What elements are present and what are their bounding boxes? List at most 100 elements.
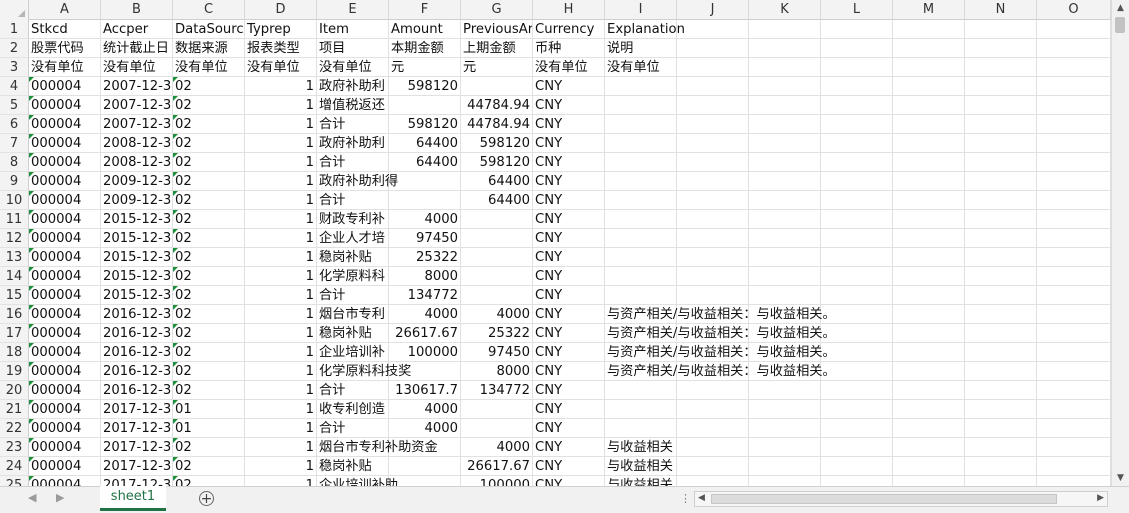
currency-cell[interactable]: CNY [533, 286, 605, 305]
typrep-cell[interactable]: 1 [245, 96, 317, 115]
empty-cell[interactable] [821, 39, 893, 58]
explanation-cell[interactable] [605, 115, 677, 134]
empty-cell[interactable] [749, 457, 821, 476]
empty-cell[interactable] [749, 77, 821, 96]
accper-cell[interactable]: 2015-12-3 [101, 229, 173, 248]
typrep-cell[interactable]: 1 [245, 400, 317, 419]
empty-cell[interactable] [965, 267, 1037, 286]
accper-cell[interactable]: 2017-12-3 [101, 457, 173, 476]
empty-cell[interactable] [749, 400, 821, 419]
header-cell[interactable]: Amount [389, 20, 461, 39]
stkcd-cell[interactable]: 000004 [29, 476, 101, 486]
empty-cell[interactable] [749, 210, 821, 229]
empty-cell[interactable] [1037, 191, 1111, 210]
amount-cell[interactable]: 64400 [389, 153, 461, 172]
currency-cell[interactable]: CNY [533, 324, 605, 343]
column-header-a[interactable]: A [29, 0, 101, 19]
typrep-cell[interactable]: 1 [245, 324, 317, 343]
previous-amount-cell[interactable] [461, 229, 533, 248]
empty-cell[interactable] [821, 457, 893, 476]
empty-cell[interactable] [677, 153, 749, 172]
item-cell[interactable]: 合计 [317, 191, 389, 210]
row-header[interactable]: 17 [0, 324, 29, 343]
empty-cell[interactable] [1037, 172, 1111, 191]
empty-cell[interactable] [749, 419, 821, 438]
item-cell[interactable]: 财政专利补 [317, 210, 389, 229]
explanation-cell[interactable] [605, 210, 677, 229]
explanation-cell[interactable] [605, 153, 677, 172]
datasource-cell[interactable]: 02 [173, 210, 245, 229]
header-cell[interactable]: PreviousAr [461, 20, 533, 39]
row-header[interactable]: 23 [0, 438, 29, 457]
empty-cell[interactable] [821, 229, 893, 248]
empty-cell[interactable] [965, 400, 1037, 419]
typrep-cell[interactable]: 1 [245, 381, 317, 400]
currency-cell[interactable]: CNY [533, 457, 605, 476]
previous-amount-cell[interactable] [461, 419, 533, 438]
amount-cell[interactable]: 100000 [389, 343, 461, 362]
amount-cell[interactable]: 4000 [389, 210, 461, 229]
prev-sheet-icon[interactable]: ◀ [28, 491, 36, 504]
accper-cell[interactable]: 2015-12-3 [101, 286, 173, 305]
row-header[interactable]: 25 [0, 476, 29, 486]
empty-cell[interactable] [965, 191, 1037, 210]
explanation-cell[interactable] [605, 381, 677, 400]
explanation-cell[interactable] [605, 286, 677, 305]
empty-cell[interactable] [821, 286, 893, 305]
empty-cell[interactable] [821, 153, 893, 172]
explanation-cell[interactable] [605, 172, 677, 191]
typrep-cell[interactable]: 1 [245, 286, 317, 305]
empty-cell[interactable] [677, 172, 749, 191]
empty-cell[interactable] [821, 381, 893, 400]
header-cell[interactable]: 股票代码 [29, 39, 101, 58]
accper-cell[interactable]: 2008-12-3 [101, 134, 173, 153]
accper-cell[interactable]: 2017-12-3 [101, 419, 173, 438]
column-header-c[interactable]: C [173, 0, 245, 19]
column-header-o[interactable]: O [1037, 0, 1111, 19]
empty-cell[interactable] [677, 476, 749, 486]
column-header-k[interactable]: K [749, 0, 821, 19]
item-cell[interactable]: 稳岗补贴 [317, 324, 389, 343]
stkcd-cell[interactable]: 000004 [29, 362, 101, 381]
item-cell[interactable]: 合计 [317, 381, 389, 400]
previous-amount-cell[interactable]: 25322 [461, 324, 533, 343]
currency-cell[interactable]: CNY [533, 438, 605, 457]
previous-amount-cell[interactable]: 64400 [461, 191, 533, 210]
empty-cell[interactable] [1037, 134, 1111, 153]
stkcd-cell[interactable]: 000004 [29, 343, 101, 362]
accper-cell[interactable]: 2007-12-3 [101, 96, 173, 115]
empty-cell[interactable] [965, 210, 1037, 229]
item-cell[interactable]: 政府补助利 [317, 134, 389, 153]
amount-cell[interactable]: 8000 [389, 267, 461, 286]
accper-cell[interactable]: 2017-12-3 [101, 476, 173, 486]
previous-amount-cell[interactable] [461, 400, 533, 419]
amount-cell[interactable] [389, 191, 461, 210]
empty-cell[interactable] [893, 39, 965, 58]
currency-cell[interactable]: CNY [533, 381, 605, 400]
empty-cell[interactable] [965, 39, 1037, 58]
typrep-cell[interactable]: 1 [245, 457, 317, 476]
typrep-cell[interactable]: 1 [245, 362, 317, 381]
horizontal-scrollbar[interactable]: ◀ ▶ [694, 491, 1108, 507]
datasource-cell[interactable]: 02 [173, 305, 245, 324]
stkcd-cell[interactable]: 000004 [29, 324, 101, 343]
stkcd-cell[interactable]: 000004 [29, 400, 101, 419]
empty-cell[interactable] [677, 134, 749, 153]
datasource-cell[interactable]: 01 [173, 419, 245, 438]
typrep-cell[interactable]: 1 [245, 305, 317, 324]
stkcd-cell[interactable]: 000004 [29, 438, 101, 457]
empty-cell[interactable] [893, 476, 965, 486]
typrep-cell[interactable]: 1 [245, 172, 317, 191]
currency-cell[interactable]: CNY [533, 210, 605, 229]
stkcd-cell[interactable]: 000004 [29, 134, 101, 153]
row-header[interactable]: 6 [0, 115, 29, 134]
header-cell[interactable]: 没有单位 [101, 58, 173, 77]
previous-amount-cell[interactable]: 4000 [461, 305, 533, 324]
empty-cell[interactable] [965, 153, 1037, 172]
stkcd-cell[interactable]: 000004 [29, 96, 101, 115]
item-cell[interactable]: 合计 [317, 286, 389, 305]
stkcd-cell[interactable]: 000004 [29, 115, 101, 134]
currency-cell[interactable]: CNY [533, 476, 605, 486]
empty-cell[interactable] [965, 343, 1037, 362]
sheet-tab-sheet1[interactable]: sheet1 [100, 486, 166, 511]
